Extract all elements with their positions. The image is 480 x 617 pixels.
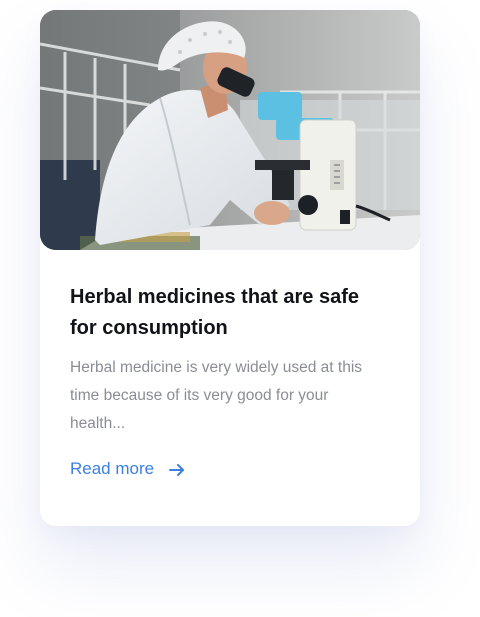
article-card: Herbal medicines that are safe for consu… xyxy=(40,10,420,526)
page: Herbal medicines that are safe for consu… xyxy=(0,0,480,617)
article-excerpt: Herbal medicine is very widely used at t… xyxy=(70,359,363,432)
article-title: Herbal medicines that are safe for consu… xyxy=(70,286,360,339)
arrow-right-icon xyxy=(168,462,186,476)
article-image xyxy=(40,10,420,250)
read-more-link[interactable]: Read more xyxy=(70,459,186,479)
read-more-label: Read more xyxy=(70,459,155,478)
